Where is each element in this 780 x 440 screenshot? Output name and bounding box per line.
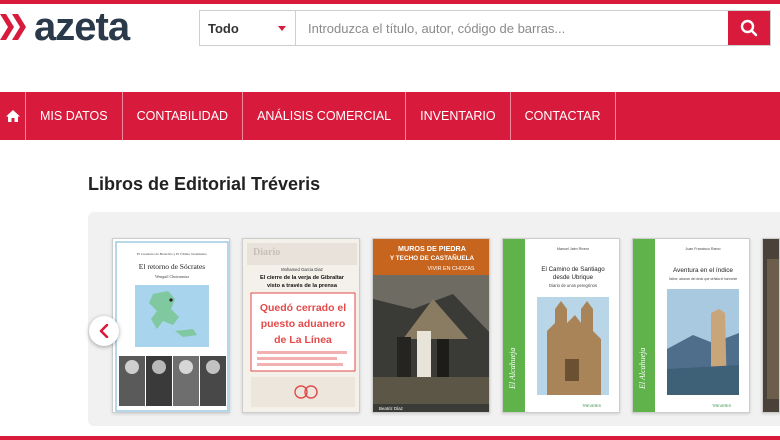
logo-chevron-icon: [0, 14, 26, 40]
book-cover-el-cierre-de-la-verja[interactable]: Diario Mohamed Garcia Diaz El cierre de …: [242, 238, 360, 413]
nav-item-contabilidad[interactable]: CONTABILIDAD: [123, 92, 244, 140]
svg-text:Diario: Diario: [253, 247, 280, 258]
book-cover-el-camino-de-santiago[interactable]: El Alcahueja Manuel Jaén Rivero El Camin…: [502, 238, 620, 413]
nav-item-contactar[interactable]: CONTACTAR: [511, 92, 616, 140]
book2-headline2: puesto aduanero: [261, 318, 346, 330]
logo[interactable]: azeta: [0, 5, 130, 49]
search-icon: [740, 19, 758, 37]
book2-headline3: de La Línea: [274, 334, 332, 346]
book2-headline1: Quedó cerrado el: [260, 302, 346, 314]
book-cover-art: El Cuaderno de Heráclito y El Último Tes…: [115, 241, 229, 412]
book4-title-line2: desde Ubrique: [553, 274, 594, 281]
book3-title-line1: MUROS DE PIEDRA: [398, 244, 466, 253]
chevron-left-icon: [99, 324, 109, 338]
book-cover-muros-de-piedra[interactable]: MUROS DE PIEDRA Y TECHO DE CASTAÑUELA VI…: [372, 238, 490, 413]
book5-title: Aventura en el índice: [673, 267, 733, 274]
search-category-label: Todo: [208, 20, 239, 36]
nav-home-button[interactable]: [0, 92, 26, 140]
book-cover-art: [763, 239, 779, 412]
nav-item-inventario[interactable]: INVENTARIO: [406, 92, 511, 140]
home-icon: [5, 110, 20, 122]
caret-down-icon: [278, 25, 286, 31]
search-input[interactable]: [296, 11, 728, 45]
book3-title-line2: Y TECHO DE CASTAÑUELA: [390, 253, 475, 262]
nav-item-mis-datos[interactable]: MIS DATOS: [26, 92, 123, 140]
book2-title-line2: visto a través de la prensa: [267, 283, 338, 289]
book-cover-el-retorno-de-socrates[interactable]: El Cuaderno de Heráclito y El Último Tes…: [112, 238, 230, 413]
book4-spine: El Alcahueja: [508, 348, 517, 390]
bottom-accent-strip: [0, 436, 780, 440]
logo-text: azeta: [34, 5, 130, 49]
book5-spine: El Alcahueja: [638, 348, 647, 390]
search-bar: Todo: [199, 10, 771, 46]
book-cover-art: El Alcahueja Juan Francisco Ramo Aventur…: [633, 239, 749, 412]
main-nav: MIS DATOS CONTABILIDAD ANÁLISIS COMERCIA…: [0, 92, 780, 140]
book4-author: Manuel Jaén Rivero: [557, 247, 589, 251]
book1-author: Wenguil Choirunnisa: [155, 274, 189, 279]
top-accent-strip: [0, 0, 780, 4]
carousel-prev-button[interactable]: [89, 316, 119, 346]
book-cover-aventura-en-el-indice[interactable]: El Alcahueja Juan Francisco Ramo Aventur…: [632, 238, 750, 413]
search-button[interactable]: [728, 11, 770, 45]
book5-publisher: TREVERIS: [712, 404, 731, 408]
book1-series: El Cuaderno de Heráclito y El Último Tes…: [137, 251, 207, 256]
book1-title: El retorno de Sócrates: [139, 262, 206, 271]
book5-subtitle: Índice, alcance del dedo que señala el h…: [669, 277, 737, 281]
book3-subtitle: VIVIR EN CHOZAS: [427, 266, 474, 272]
book4-title-line1: El Camino de Santiago: [541, 266, 605, 273]
book2-author: Mohamed Garcia Diaz: [281, 267, 323, 272]
book4-publisher: TREVERIS: [582, 404, 601, 408]
book-cover-art: El Alcahueja Manuel Jaén Rivero El Camin…: [503, 239, 619, 412]
book-cover-art: MUROS DE PIEDRA Y TECHO DE CASTAÑUELA VI…: [373, 239, 489, 412]
section-title: Libros de Editorial Tréveris: [88, 174, 321, 194]
book2-title-line1: El cierre de la verja de Gibraltar: [260, 275, 345, 281]
book5-author: Juan Francisco Ramo: [686, 247, 721, 251]
search-category-select[interactable]: Todo: [200, 11, 296, 45]
book-cover-art: Diario Mohamed Garcia Diaz El cierre de …: [243, 239, 359, 412]
book4-subtitle: Diario de unos peregrinos: [549, 283, 597, 288]
book-cover-partial[interactable]: [762, 238, 780, 413]
book3-author: Beatriz Díaz: [379, 406, 403, 411]
nav-item-analisis-comercial[interactable]: ANÁLISIS COMERCIAL: [243, 92, 407, 140]
